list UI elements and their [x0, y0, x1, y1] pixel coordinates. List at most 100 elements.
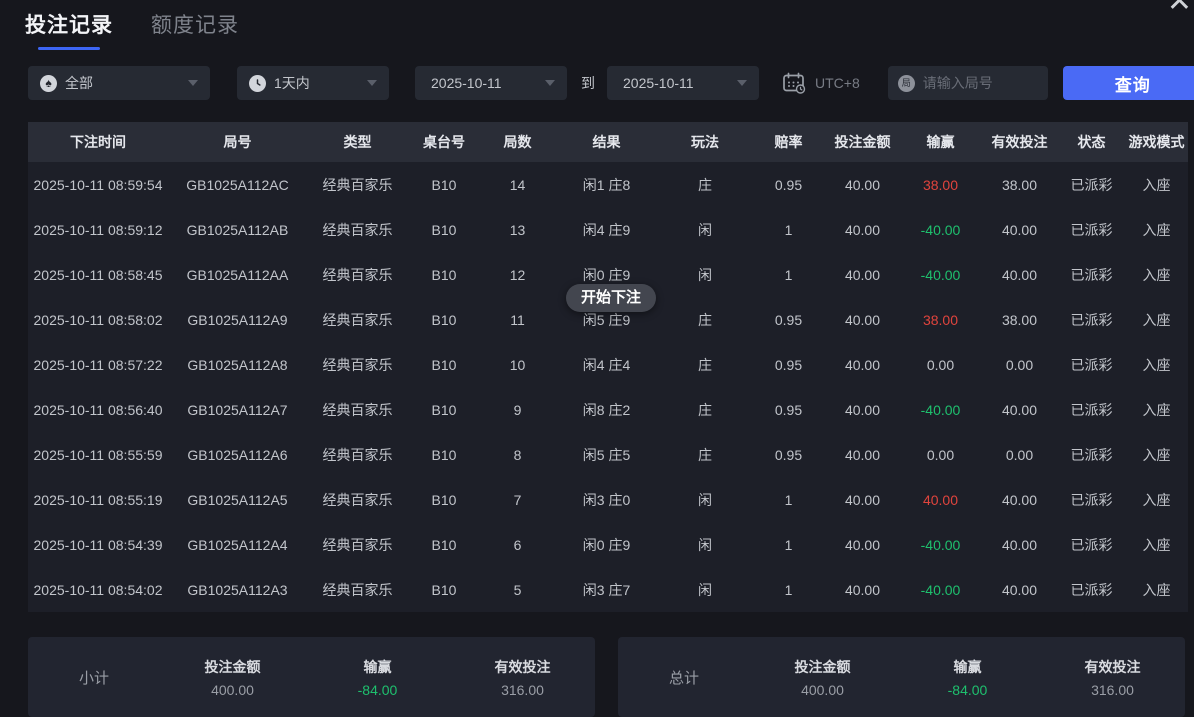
valid-bet: 40.00 [981, 222, 1058, 238]
odds: 1 [752, 537, 825, 553]
play-type: 庄 [658, 355, 752, 375]
time-range-value: 1天内 [274, 73, 359, 93]
game-mode: 入座 [1125, 535, 1188, 555]
active-tab-underline [38, 47, 100, 50]
total-bet-amount: 投注金额 400.00 [750, 657, 895, 698]
table-id: B10 [408, 492, 480, 508]
status: 已派彩 [1058, 490, 1125, 510]
search-box[interactable]: 局 [888, 66, 1048, 100]
column-header: 赔率 [752, 132, 825, 152]
table-id: B10 [408, 312, 480, 328]
table-row[interactable]: 2025-10-11 08:55:19GB1025A112A5经典百家乐B107… [28, 477, 1188, 522]
round-id: GB1025A112AB [168, 222, 307, 238]
result: 闲4 庄4 [555, 355, 658, 375]
status: 已派彩 [1058, 175, 1125, 195]
table-id: B10 [408, 447, 480, 463]
round-count: 5 [480, 582, 555, 598]
filter-bar: ♠ 全部 1天内 2025-10-11 到 2025-10-11 UTC+8 局 [28, 66, 1194, 100]
game-mode: 入座 [1125, 490, 1188, 510]
table-row[interactable]: 2025-10-11 08:57:22GB1025A112A8经典百家乐B101… [28, 342, 1188, 387]
round-count: 13 [480, 222, 555, 238]
bet-time: 2025-10-11 08:55:59 [28, 447, 168, 463]
result: 闲4 庄9 [555, 220, 658, 240]
result: 闲3 庄0 [555, 490, 658, 510]
bet-amount: 40.00 [825, 222, 900, 238]
bet-amount: 40.00 [825, 357, 900, 373]
play-type: 闲 [658, 580, 752, 600]
game-mode: 入座 [1125, 310, 1188, 330]
bet-time: 2025-10-11 08:56:40 [28, 402, 168, 418]
tab-label: 投注记录 [25, 9, 113, 39]
bet-time: 2025-10-11 08:54:02 [28, 582, 168, 598]
round-id: GB1025A112A7 [168, 402, 307, 418]
table-row[interactable]: 2025-10-11 08:54:39GB1025A112A4经典百家乐B106… [28, 522, 1188, 567]
close-icon[interactable]: ✕ [1167, 0, 1192, 17]
time-range-select[interactable]: 1天内 [237, 66, 389, 100]
odds: 0.95 [752, 447, 825, 463]
bet-time: 2025-10-11 08:58:45 [28, 267, 168, 283]
play-type: 闲 [658, 220, 752, 240]
play-type: 闲 [658, 490, 752, 510]
calendar-clock-icon [782, 72, 806, 94]
table-row[interactable]: 2025-10-11 08:55:59GB1025A112A6经典百家乐B108… [28, 432, 1188, 477]
game-type-value: 全部 [65, 73, 180, 93]
round-number-icon: 局 [898, 75, 915, 92]
game-mode: 入座 [1125, 355, 1188, 375]
start-betting-toast: 开始下注 [566, 284, 656, 312]
valid-bet: 40.00 [981, 267, 1058, 283]
game-mode: 入座 [1125, 400, 1188, 420]
play-type: 庄 [658, 310, 752, 330]
column-header: 结果 [555, 132, 658, 152]
clock-icon [249, 75, 266, 92]
query-button[interactable]: 查询 [1063, 66, 1194, 100]
table-row[interactable]: 2025-10-11 08:59:54GB1025A112AC经典百家乐B101… [28, 162, 1188, 207]
round-id: GB1025A112A4 [168, 537, 307, 553]
win-loss: -40.00 [900, 267, 981, 283]
date-from-select[interactable]: 2025-10-11 [415, 66, 567, 100]
round-id: GB1025A112AA [168, 267, 307, 283]
spade-icon: ♠ [40, 75, 57, 92]
bet-time: 2025-10-11 08:54:39 [28, 537, 168, 553]
bet-time: 2025-10-11 08:57:22 [28, 357, 168, 373]
win-loss: 40.00 [900, 492, 981, 508]
round-id: GB1025A112A9 [168, 312, 307, 328]
bet-amount: 40.00 [825, 177, 900, 193]
game-mode: 入座 [1125, 175, 1188, 195]
game-type-select[interactable]: ♠ 全部 [28, 66, 210, 100]
round-id: GB1025A112A5 [168, 492, 307, 508]
table-row[interactable]: 2025-10-11 08:56:40GB1025A112A7经典百家乐B109… [28, 387, 1188, 432]
status: 已派彩 [1058, 220, 1125, 240]
valid-bet: 38.00 [981, 312, 1058, 328]
game-type: 经典百家乐 [307, 355, 408, 375]
chevron-down-icon [367, 80, 377, 86]
game-type: 经典百家乐 [307, 490, 408, 510]
valid-bet: 0.00 [981, 447, 1058, 463]
round-id: GB1025A112A8 [168, 357, 307, 373]
bet-amount: 40.00 [825, 312, 900, 328]
game-mode: 入座 [1125, 265, 1188, 285]
round-count: 14 [480, 177, 555, 193]
game-type: 经典百家乐 [307, 220, 408, 240]
table-row[interactable]: 2025-10-11 08:59:12GB1025A112AB经典百家乐B101… [28, 207, 1188, 252]
win-loss: -40.00 [900, 582, 981, 598]
status: 已派彩 [1058, 265, 1125, 285]
tab-bet-records[interactable]: 投注记录 [25, 9, 113, 50]
column-header: 桌台号 [408, 132, 480, 152]
win-loss: -40.00 [900, 402, 981, 418]
bet-amount: 40.00 [825, 537, 900, 553]
search-input[interactable] [923, 75, 1038, 91]
column-header: 下注时间 [28, 132, 168, 152]
tab-quota-records[interactable]: 额度记录 [151, 9, 239, 50]
win-loss: -40.00 [900, 537, 981, 553]
total-win-loss: 输赢 -84.00 [895, 657, 1040, 698]
date-to-select[interactable]: 2025-10-11 [607, 66, 759, 100]
game-type: 经典百家乐 [307, 580, 408, 600]
odds: 1 [752, 492, 825, 508]
round-count: 11 [480, 312, 555, 328]
date-range-to-label: 到 [581, 73, 595, 93]
odds: 0.95 [752, 312, 825, 328]
table-row[interactable]: 2025-10-11 08:54:02GB1025A112A3经典百家乐B105… [28, 567, 1188, 612]
valid-bet: 38.00 [981, 177, 1058, 193]
result: 闲3 庄7 [555, 580, 658, 600]
game-mode: 入座 [1125, 220, 1188, 240]
